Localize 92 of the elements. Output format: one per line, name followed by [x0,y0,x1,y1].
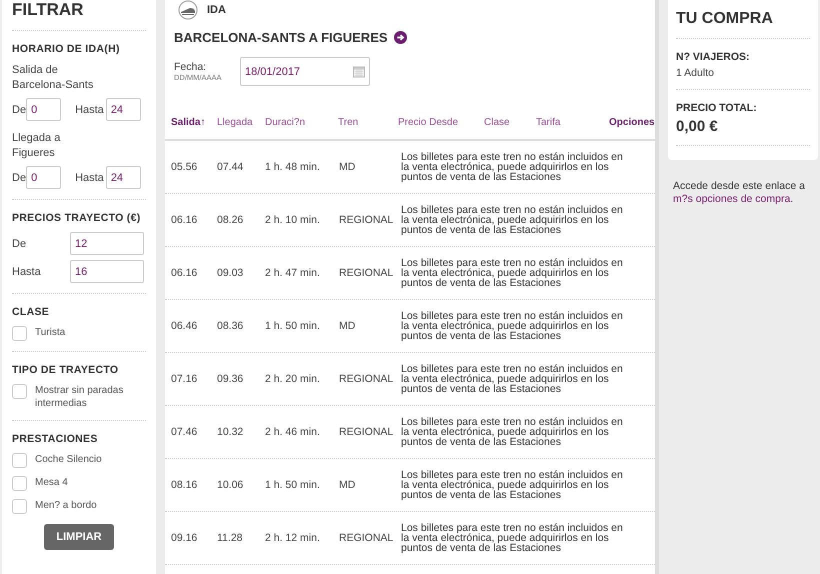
checkbox-label: Mostrar sin paradas intermedias [35,384,124,410]
table-cell-text: 09.03 [217,267,244,279]
table-cell: Los billetes para este tren no están incluidos en la venta electrónica, puede adquirirlos en los puntos de venta de las Estaciones [401,470,623,500]
table-cell-text: 08.36 [217,320,244,332]
input-field[interactable]: 24 [106,98,141,121]
arrow-right-icon[interactable] [394,31,407,44]
checkbox-label: Mesa 4 [35,476,68,489]
column-header[interactable]: Clase [484,117,536,128]
checkbox[interactable] [12,499,27,514]
travelers-label: N? VIAJEROS: [676,51,751,63]
field-label: Hasta [75,172,104,184]
column-header[interactable]: Salida↑ [171,117,217,128]
table-cell: Los billetes para este tren no están incluidos en la venta electrónica, puede adquirirlos en los puntos de venta de las Estaciones [401,205,623,235]
table-cell-text: 1 h. 50 min. [265,320,321,332]
group-label: Salida de Barcelona-Sants [12,63,94,93]
table-cell-text: 10.32 [217,426,244,438]
route-title: BARCELONA-SANTS A FIGUERES [174,30,388,45]
section-title: PRESTACIONES [12,433,99,445]
column-header[interactable]: Duraci?n [265,117,338,128]
section-title: PRECIOS TRAYECTO (€) [12,212,142,224]
input-field[interactable]: 0 [26,166,62,189]
table-cell-text: 06.46 [171,320,198,332]
table-cell-text: MD [339,479,356,491]
checkbox[interactable] [12,326,27,341]
table-cell-text: REGIONAL [339,532,394,544]
table-cell-text: 06.16 [171,267,198,279]
input-field[interactable]: 12 [70,232,144,255]
purchase-title: TU COMPRA [676,10,774,28]
table-cell-text: MD [339,161,356,173]
table-cell: Los billetes para este tren no están incluidos en la venta electrónica, puede adquirirlos en los puntos de venta de las Estaciones [401,364,623,394]
field-label: De [12,238,28,250]
travelers-value: 1 Adulto [676,67,715,79]
section-title: HORARIO DE IDA(H) [12,43,121,55]
input-field[interactable]: 16 [70,260,144,283]
column-header[interactable]: Tarifa [536,117,609,128]
total-price: 0,00 € [676,118,719,135]
direction-label: IDA [207,4,226,16]
checkbox[interactable] [12,384,27,399]
table-cell-text: 07.46 [171,426,198,438]
field-label: De [12,104,26,116]
field-label: Hasta [75,104,104,116]
section-title: CLASE [12,306,50,318]
table-cell-text: 1 h. 50 min. [265,479,321,491]
table-cell-text: 11.28 [217,532,244,544]
section-title: TIPO DE TRAYECTO [12,364,120,376]
table-cell-text: REGIONAL [339,373,394,385]
table-cell-text: 09.16 [171,532,198,544]
checkbox-label: Men? a bordo [35,499,97,512]
table-cell-text: 07.16 [171,373,198,385]
table-cell: Los billetes para este tren no están incluidos en la venta electrónica, puede adquirirlos en los puntos de venta de las Estaciones [401,152,623,182]
table-cell: Los billetes para este tren no están incluidos en la venta electrónica, puede adquirirlos en los puntos de venta de las Estaciones [401,311,623,341]
input-field[interactable]: 0 [26,98,62,121]
column-header[interactable]: Precio Desde [398,117,484,128]
table-cell-text: 08.26 [217,214,244,226]
table-cell-text: 2 h. 20 min. [265,373,321,385]
table-cell-text: 08.16 [171,479,198,491]
field-label: Hasta [12,266,42,278]
column-header[interactable]: Opciones [609,117,655,128]
table-cell-text: 05.56 [171,161,198,173]
date-field[interactable]: 18/01/2017 [240,57,370,86]
checkbox-label: Turista [35,326,66,339]
date-label: Fecha: [174,61,208,73]
checkbox-label: Coche Silencio [35,453,102,466]
table-cell-text: MD [339,320,356,332]
group-label: Llegada a Figueres [12,131,62,161]
table-cell: Los billetes para este tren no están incluidos en la venta electrónica, puede adquirirlos en los puntos de venta de las Estaciones [401,523,623,553]
more-options-text: Accede desde este enlace a m?s opciones de compra. [673,180,806,206]
clear-button[interactable]: LIMPIAR [44,524,114,550]
input-field[interactable]: 24 [106,166,141,189]
field-label: De [12,172,26,184]
table-cell-text: 10.06 [217,479,244,491]
checkbox[interactable] [12,453,27,468]
calendar-icon[interactable] [353,65,365,78]
table-cell: Los billetes para este tren no están incluidos en la venta electrónica, puede adquirirlos en los puntos de venta de las Estaciones [401,417,623,447]
table-cell-text: REGIONAL [339,214,394,226]
table-cell: Los billetes para este tren no están incluidos en la venta electrónica, puede adquirirlos en los puntos de venta de las Estaciones [401,258,623,288]
table-cell-text: 06.16 [171,214,198,226]
table-cell-text: 2 h. 12 min. [265,532,321,544]
column-header[interactable]: Tren [338,117,398,128]
more-options-link[interactable]: m?s opciones de compra. [673,193,794,205]
column-header[interactable]: Llegada [217,117,265,128]
table-cell-text: 2 h. 10 min. [265,214,321,226]
table-cell-text: REGIONAL [339,267,394,279]
table-cell-text: 2 h. 46 min. [265,426,321,438]
filter-title: FILTRAR [12,0,84,20]
table-cell-text: 2 h. 47 min. [265,267,321,279]
checkbox[interactable] [12,476,27,491]
table-cell-text: 07.44 [217,161,244,173]
table-cell-text: 09.36 [217,373,244,385]
total-label: PRECIO TOTAL: [676,102,758,114]
table-cell-text: REGIONAL [339,426,394,438]
table-cell-text: 1 h. 48 min. [265,161,321,173]
